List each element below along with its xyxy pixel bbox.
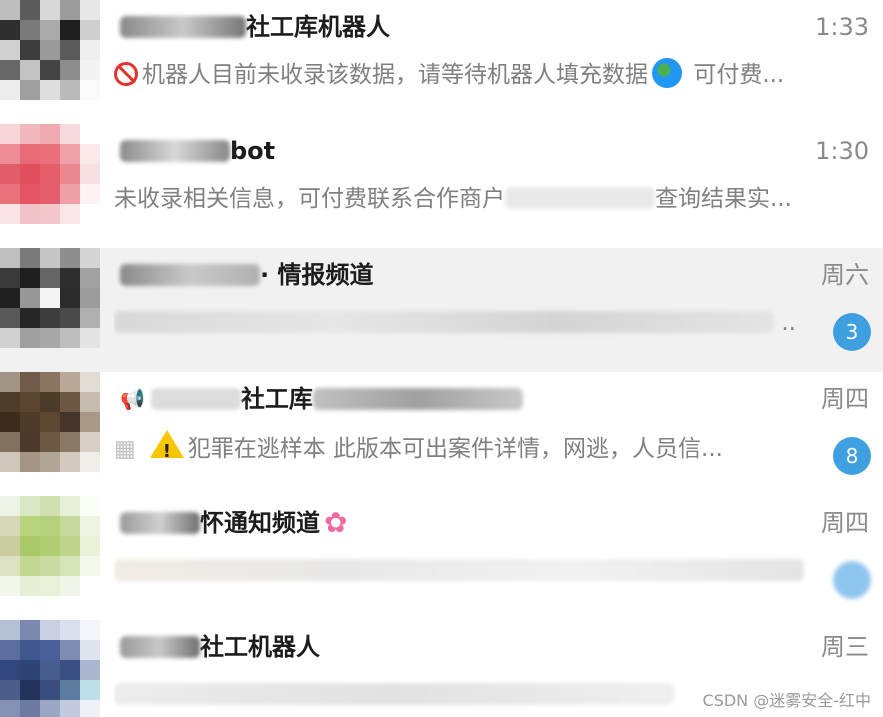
chat-preview: ▦犯罪在逃样本 此版本可出案件详情，网逃，人员信... (114, 430, 874, 466)
avatar (0, 0, 100, 100)
avatar (0, 496, 100, 596)
chat-time: 1:30 (815, 137, 869, 165)
chat-name: · 情报频道 (120, 258, 373, 292)
avatar (0, 124, 100, 224)
prohibited-icon (114, 62, 138, 86)
flower-icon: ✿ (324, 506, 348, 539)
document-icon: ▦ (114, 436, 136, 462)
unread-badge (833, 561, 871, 599)
warning-icon (149, 430, 184, 466)
chat-time: 周六 (821, 261, 869, 289)
avatar (0, 372, 100, 472)
chat-item[interactable]: 社工库机器人 1:33 机器人目前未收录该数据，请等待机器人填充数据 可付费..… (0, 0, 883, 124)
chat-preview: 未收录相关信息，可付费联系合作商户 查询结果实... (114, 186, 792, 212)
chat-name: 📢 社工库 (120, 382, 523, 416)
chat-time: 周四 (821, 509, 869, 537)
chat-name: bot (120, 134, 275, 168)
chat-item[interactable]: 社工机器人 周三 CSDN @迷雾安全-红中 (0, 620, 883, 717)
chat-item[interactable]: 怀通知频道 ✿ 周四 (0, 496, 883, 620)
globe-icon (652, 58, 682, 88)
chat-item-selected[interactable]: · 情报频道 周六 .. 3 (0, 248, 883, 372)
unread-badge: 8 (833, 437, 871, 475)
chat-item[interactable]: 📢 社工库 周四 ▦犯罪在逃样本 此版本可出案件详情，网逃，人员信... 8 (0, 372, 883, 496)
chat-name: 社工机器人 (120, 630, 320, 664)
watermark: CSDN @迷雾安全-红中 (702, 691, 871, 710)
chat-time: 周四 (821, 385, 869, 413)
unread-badge: 3 (833, 313, 871, 351)
chat-preview (114, 554, 874, 588)
chat-preview: 机器人目前未收录该数据，请等待机器人填充数据 可付费... (114, 58, 874, 92)
avatar (0, 620, 100, 717)
chat-name: 社工库机器人 (120, 10, 390, 44)
chat-time: 1:33 (815, 13, 869, 41)
chat-preview: .. (114, 306, 874, 340)
chat-name: 怀通知频道 ✿ (120, 506, 347, 540)
chat-time: 周三 (821, 633, 869, 661)
megaphone-icon: 📢 (120, 387, 145, 411)
avatar (0, 248, 100, 348)
chat-item[interactable]: bot 1:30 未收录相关信息，可付费联系合作商户 查询结果实... (0, 124, 883, 248)
